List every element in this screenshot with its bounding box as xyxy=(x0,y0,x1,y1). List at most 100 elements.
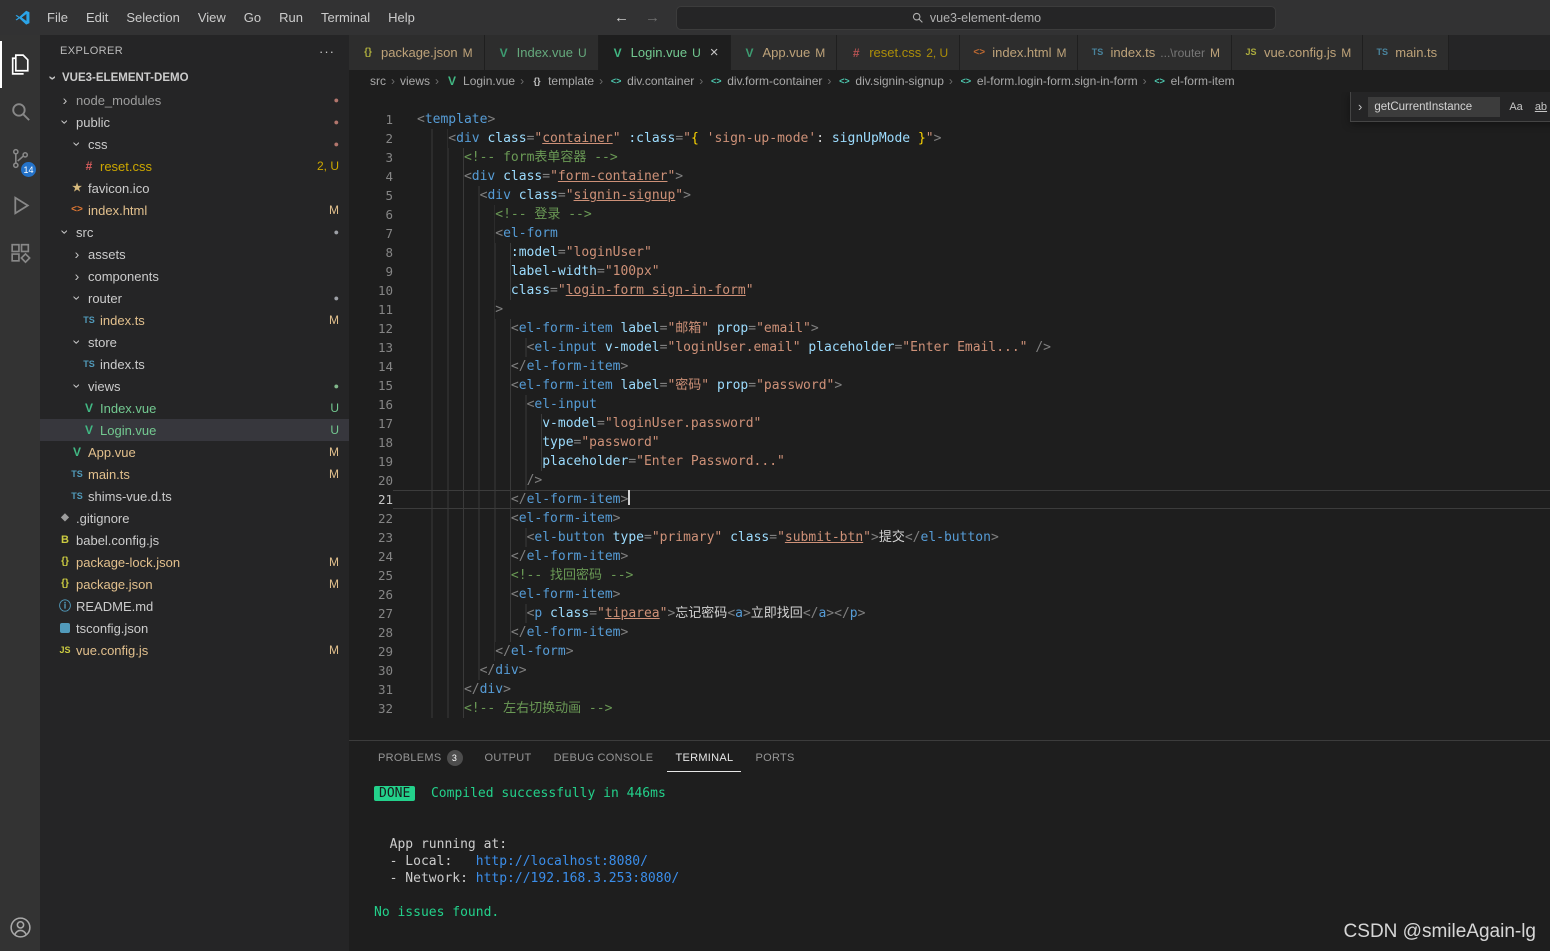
line-number[interactable]: 15 xyxy=(349,376,393,395)
line-number[interactable]: 27 xyxy=(349,604,393,623)
forward-arrow-icon[interactable]: → xyxy=(645,9,660,26)
line-number[interactable]: 2 xyxy=(349,129,393,148)
tree-item-router[interactable]: › router ● xyxy=(40,287,349,309)
tab-login.vue[interactable]: V Login.vue U × xyxy=(598,35,731,70)
code-line[interactable]: 29 </el-form> xyxy=(349,642,1550,661)
line-number[interactable]: 25 xyxy=(349,566,393,585)
terminal-output[interactable]: DONE Compiled successfully in 446ms App … xyxy=(349,775,1550,921)
line-number[interactable]: 13 xyxy=(349,338,393,357)
terminal-link[interactable]: http://localhost:8080/ xyxy=(476,854,648,869)
tree-item-components[interactable]: › components xyxy=(40,265,349,287)
whole-word-button[interactable]: ab xyxy=(1532,99,1550,115)
line-number[interactable]: 20 xyxy=(349,471,393,490)
tab-package.json[interactable]: {} package.json M xyxy=(349,35,485,70)
breadcrumb-item[interactable]: src xyxy=(370,74,386,88)
tree-item-vue.config.js[interactable]: JS vue.config.js M xyxy=(40,639,349,661)
breadcrumb-item[interactable]: <> div.form-container xyxy=(708,74,822,88)
code-line[interactable]: 28 </el-form-item> xyxy=(349,623,1550,642)
tree-item-views[interactable]: › views ● xyxy=(40,375,349,397)
code-line[interactable]: 20/> xyxy=(349,471,1550,490)
code-line[interactable]: 30 </div> xyxy=(349,661,1550,680)
line-number[interactable]: 7 xyxy=(349,224,393,243)
code-line[interactable]: 21 </el-form-item> xyxy=(349,490,1550,509)
code-line[interactable]: 5 <div class="signin-signup"> xyxy=(349,186,1550,205)
code-line[interactable]: 31 </div> xyxy=(349,680,1550,699)
tree-item-babel.config.js[interactable]: Bbabel.config.js xyxy=(40,529,349,551)
code-line[interactable]: 11 > xyxy=(349,300,1550,319)
code-line[interactable]: 8:model="loginUser" xyxy=(349,243,1550,262)
code-line[interactable]: 12 <el-form-item label="邮箱" prop="email"> xyxy=(349,319,1550,338)
code-line[interactable]: 2 <div class="container" :class="{ 'sign-… xyxy=(349,129,1550,148)
line-number[interactable]: 1 xyxy=(349,110,393,129)
breadcrumb-item[interactable]: {} template xyxy=(529,74,595,88)
command-center-search[interactable]: vue3-element-demo xyxy=(676,5,1276,30)
tree-item-src[interactable]: › src ● xyxy=(40,221,349,243)
tree-item-index.vue[interactable]: V Index.vue U xyxy=(40,397,349,419)
panel-tab-problems[interactable]: PROBLEMS 3 xyxy=(370,742,471,774)
tree-item-shims-vue.d.ts[interactable]: TS shims-vue.d.ts xyxy=(40,485,349,507)
tree-item-login.vue[interactable]: V Login.vue U xyxy=(40,419,349,441)
tree-item-store[interactable]: › store xyxy=(40,331,349,353)
back-arrow-icon[interactable]: ← xyxy=(614,9,629,26)
breadcrumb-item[interactable]: <> el-form.login-form.sign-in-form xyxy=(958,74,1138,88)
menu-run[interactable]: Run xyxy=(270,10,312,25)
code-line[interactable]: 23 <el-button type="primary" class="submi… xyxy=(349,528,1550,547)
line-number[interactable]: 22 xyxy=(349,509,393,528)
menu-view[interactable]: View xyxy=(189,10,235,25)
code-line[interactable]: 19 placeholder="Enter Password..." xyxy=(349,452,1550,471)
code-line[interactable]: 10 class="login-form sign-in-form" xyxy=(349,281,1550,300)
account-icon[interactable] xyxy=(0,904,40,951)
source-control-icon[interactable]: 14 xyxy=(0,135,40,182)
line-number[interactable]: 9 xyxy=(349,262,393,281)
line-number[interactable]: 29 xyxy=(349,642,393,661)
menu-file[interactable]: File xyxy=(38,10,77,25)
explorer-icon[interactable] xyxy=(0,41,40,88)
line-number[interactable]: 11 xyxy=(349,300,393,319)
tree-item-public[interactable]: › public ● xyxy=(40,111,349,133)
tree-item-app.vue[interactable]: V App.vue M xyxy=(40,441,349,463)
line-number[interactable]: 28 xyxy=(349,623,393,642)
tab-reset.css[interactable]: # reset.css 2, U xyxy=(837,35,961,70)
line-number[interactable]: 19 xyxy=(349,452,393,471)
line-number[interactable]: 31 xyxy=(349,680,393,699)
tree-item-index.html[interactable]: <> index.html M xyxy=(40,199,349,221)
breadcrumb-item[interactable]: views xyxy=(400,74,430,88)
line-number[interactable]: 24 xyxy=(349,547,393,566)
line-number[interactable]: 26 xyxy=(349,585,393,604)
tab-index.ts[interactable]: TS index.ts ...\router M xyxy=(1078,35,1232,70)
menu-edit[interactable]: Edit xyxy=(77,10,117,25)
line-number[interactable]: 8 xyxy=(349,243,393,262)
code-line[interactable]: 3 <!-- form表单容器 --> xyxy=(349,148,1550,167)
find-input[interactable]: getCurrentInstance xyxy=(1368,96,1501,117)
tree-item-assets[interactable]: › assets xyxy=(40,243,349,265)
tab-main.ts[interactable]: TS main.ts xyxy=(1363,35,1450,70)
breadcrumb-item[interactable]: <> el-form-item xyxy=(1152,74,1234,88)
breadcrumb-item[interactable]: <> div.container xyxy=(608,74,694,88)
tab-index.html[interactable]: <> index.html M xyxy=(960,35,1079,70)
tab-vue.config.js[interactable]: JS vue.config.js M xyxy=(1231,35,1364,70)
line-number[interactable]: 30 xyxy=(349,661,393,680)
menu-help[interactable]: Help xyxy=(379,10,424,25)
match-case-button[interactable]: Aa xyxy=(1506,99,1525,115)
breadcrumb-item[interactable]: <> div.signin-signup xyxy=(836,74,944,88)
tree-item-tsconfig.json[interactable]: tsconfig.json xyxy=(40,617,349,639)
search-icon[interactable] xyxy=(0,88,40,135)
line-number[interactable]: 14 xyxy=(349,357,393,376)
line-number[interactable]: 6 xyxy=(349,205,393,224)
line-number[interactable]: 32 xyxy=(349,699,393,718)
code-line[interactable]: 24 </el-form-item> xyxy=(349,547,1550,566)
line-number[interactable]: 10 xyxy=(349,281,393,300)
code-line[interactable]: 32 <!-- 左右切换动画 --> xyxy=(349,699,1550,718)
tree-item-css[interactable]: › css ● xyxy=(40,133,349,155)
tree-item-nodemodules[interactable]: › node_modules ● xyxy=(40,89,349,111)
code-editor[interactable]: 1 <template> 2 <div class="container" :clas… xyxy=(349,92,1550,740)
tree-item-.gitignore[interactable]: ◆ .gitignore xyxy=(40,507,349,529)
line-number[interactable]: 18 xyxy=(349,433,393,452)
line-number[interactable]: 3 xyxy=(349,148,393,167)
workspace-root-folder[interactable]: › VUE3-ELEMENT-DEMO xyxy=(40,67,349,89)
tree-item-favicon.ico[interactable]: ★ favicon.ico xyxy=(40,177,349,199)
toggle-replace-chevron-icon[interactable]: › xyxy=(1358,100,1362,113)
panel-tab-debug-console[interactable]: DEBUG CONSOLE xyxy=(546,744,662,772)
code-line[interactable]: 22 <el-form-item> xyxy=(349,509,1550,528)
code-line[interactable]: 4 <div class="form-container"> xyxy=(349,167,1550,186)
